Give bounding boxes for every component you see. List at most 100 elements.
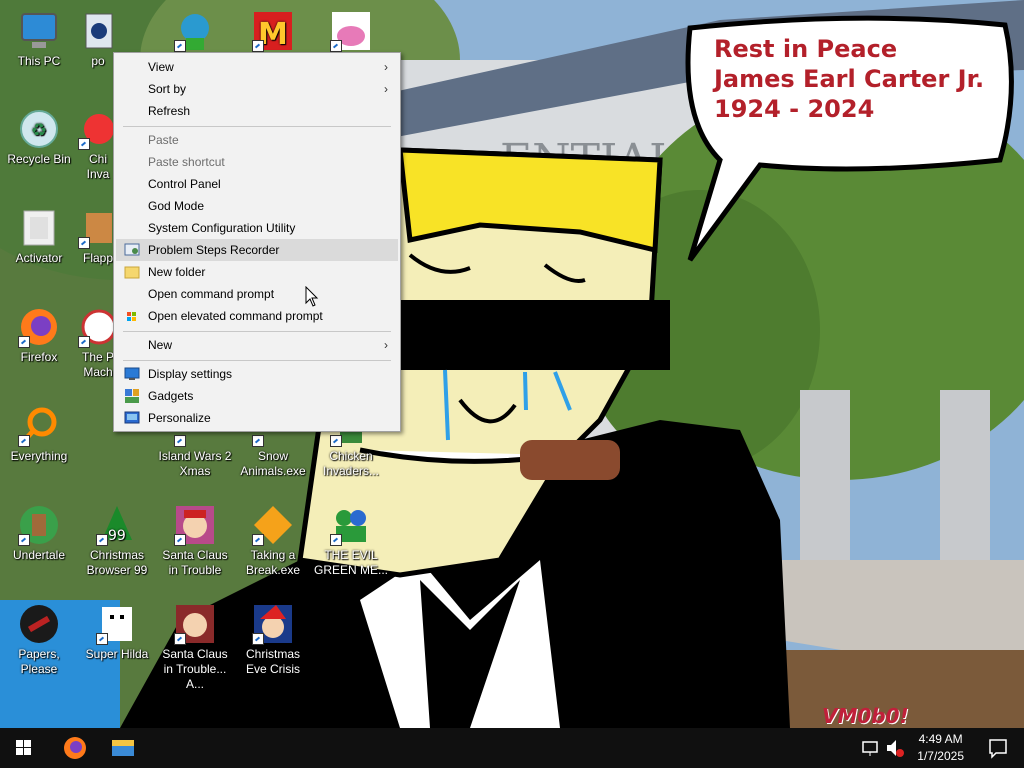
menu-item-display-settings[interactable]: Display settings [116, 363, 398, 385]
folder-icon [124, 264, 140, 280]
desktop-icon-label: The P Mach [81, 350, 114, 379]
desktop-icon-this-pc[interactable]: This PC [0, 4, 78, 100]
desktop-icon-flappy[interactable]: Flapp [78, 201, 118, 297]
undertale-icon [18, 504, 60, 546]
desktop-icon-santa-claus-in-trouble-again[interactable]: Santa Claus in Trouble... A... [156, 597, 234, 693]
desktop-icon-label: Snow Animals.exe [240, 449, 306, 478]
windows-logo-icon [16, 740, 31, 755]
menu-separator [123, 126, 391, 127]
computer-icon [18, 10, 60, 52]
desktop-icon-label: Chicken Invaders... [322, 449, 380, 478]
display-icon [124, 366, 140, 382]
menu-item-control-panel[interactable]: Control Panel [116, 173, 398, 195]
santa-icon [174, 504, 216, 546]
menu-item-label: Open command prompt [148, 287, 275, 301]
clock-date: 1/7/2025 [917, 749, 964, 763]
desktop-icon-christmas-eve-crisis[interactable]: Christmas Eve Crisis [234, 597, 312, 693]
menu-item-new[interactable]: New › [116, 334, 398, 356]
desktop-icon-recycle-bin[interactable]: ♻ Recycle Bin [0, 102, 78, 198]
desktop-icon-label: Flapp [82, 251, 114, 265]
desktop-icon-label: Island Wars 2 Xmas [158, 449, 232, 478]
menu-item-new-folder[interactable]: New folder [116, 261, 398, 283]
menu-item-label: New [148, 338, 173, 352]
desktop-icon-activator[interactable]: Activator [0, 201, 78, 297]
desktop-icon-hidden-3[interactable] [312, 4, 390, 52]
firefox-icon [18, 306, 60, 348]
desktop-icon-po[interactable]: po [78, 4, 118, 100]
desktop-icon-label: Everything [10, 449, 68, 463]
app-icon [78, 10, 120, 52]
desktop-icon-taking-a-break[interactable]: Taking a Break.exe [234, 498, 312, 594]
desktop-icon-label: po [91, 54, 105, 68]
windows-flag-icon [124, 308, 140, 324]
taskbar-file-explorer-button[interactable] [100, 728, 146, 768]
clock-time: 4:49 AM [918, 732, 963, 746]
menu-separator [123, 331, 391, 332]
action-center-button[interactable] [978, 728, 1018, 768]
menu-separator [123, 360, 391, 361]
volume-muted-icon [887, 740, 904, 757]
menu-item-label: Paste [148, 133, 179, 147]
network-status-button[interactable] [860, 728, 882, 768]
firefox-icon [64, 737, 86, 759]
desktop-icon-the-evil-green-messenger[interactable]: THE EVIL GREEN ME... [312, 498, 390, 594]
mcdonalds-icon: M [252, 10, 294, 52]
desktop-icon-label: Recycle Bin [7, 152, 71, 166]
menu-item-label: Control Panel [148, 177, 221, 191]
menu-item-open-command-prompt[interactable]: Open command prompt [116, 283, 398, 305]
desktop-icon-undertale[interactable]: Undertale [0, 498, 78, 594]
desktop-icon-papers-please[interactable]: Papers, Please [0, 597, 78, 693]
desktop-icon-christmas-browser-99[interactable]: 99 Christmas Browser 99 [78, 498, 156, 594]
volume-button[interactable] [884, 728, 906, 768]
menu-item-god-mode[interactable]: God Mode [116, 195, 398, 217]
activator-icon [18, 207, 60, 249]
desktop-icon-firefox[interactable]: Firefox [0, 300, 78, 396]
desktop-context-menu[interactable]: View › Sort by › Refresh Paste Paste sho… [113, 52, 401, 432]
menu-item-label: System Configuration Utility [148, 221, 296, 235]
menu-item-personalize[interactable]: Personalize [116, 407, 398, 429]
desktop-icon-hidden-2[interactable]: M [234, 4, 312, 52]
menu-item-view[interactable]: View › [116, 56, 398, 78]
start-button[interactable] [0, 728, 48, 768]
taskbar-clock[interactable]: 4:49 AM 1/7/2025 [917, 731, 964, 765]
messenger-icon [330, 504, 372, 546]
christmas-tree-icon: 99 [96, 504, 138, 546]
desktop-icon-label: Activator [15, 251, 63, 265]
desktop-icon-super-hilda[interactable]: Super Hilda [78, 597, 156, 693]
desktop-icon-everything[interactable]: Everything [0, 399, 78, 495]
menu-item-open-elevated-command-prompt[interactable]: Open elevated command prompt [116, 305, 398, 327]
menu-item-label: Problem Steps Recorder [148, 243, 280, 257]
menu-item-label: Open elevated command prompt [148, 309, 323, 323]
taskbar[interactable]: 4:49 AM 1/7/2025 [0, 728, 1024, 768]
desktop-icon-label: Papers, Please [18, 647, 60, 676]
desktop-icon-label: Santa Claus in Trouble... A... [162, 647, 228, 691]
watermark: VM0b0! [822, 704, 909, 728]
desktop-icon-label: Chi Inva [86, 152, 110, 181]
menu-item-problem-steps-recorder[interactable]: Problem Steps Recorder [116, 239, 398, 261]
menu-item-gadgets[interactable]: Gadgets [116, 385, 398, 407]
menu-item-paste-shortcut: Paste shortcut [116, 151, 398, 173]
menu-item-label: New folder [148, 265, 206, 279]
desktop-icon-hidden-1[interactable] [156, 4, 234, 52]
submenu-arrow-icon: › [384, 60, 388, 74]
menu-item-refresh[interactable]: Refresh [116, 100, 398, 122]
desktop-icon-label: This PC [17, 54, 61, 68]
taskbar-firefox-button[interactable] [52, 728, 98, 768]
desktop-icon-the-p-mach[interactable]: The P Mach [78, 300, 118, 396]
menu-item-label: Refresh [148, 104, 191, 118]
desktop-icon-label: Santa Claus in Trouble [162, 548, 228, 577]
desktop-icon-chicken-invaders[interactable]: Chi Inva [78, 102, 118, 198]
speech-bubble-text: Rest in Peace James Earl Carter Jr. 1924… [714, 34, 984, 124]
game-icon [252, 504, 294, 546]
gadgets-icon [124, 388, 140, 404]
menu-item-sort-by[interactable]: Sort by › [116, 78, 398, 100]
game-icon [96, 603, 138, 645]
desktop-icon-label: Super Hilda [85, 647, 149, 661]
papers-please-icon [18, 603, 60, 645]
steps-recorder-icon [124, 242, 140, 258]
menu-item-system-configuration-utility[interactable]: System Configuration Utility [116, 217, 398, 239]
desktop[interactable]: ENTIAL [0, 0, 1024, 768]
desktop-icon-label: Taking a Break.exe [245, 548, 301, 577]
desktop-icon-santa-claus-in-trouble[interactable]: Santa Claus in Trouble [156, 498, 234, 594]
network-icon [862, 741, 878, 756]
